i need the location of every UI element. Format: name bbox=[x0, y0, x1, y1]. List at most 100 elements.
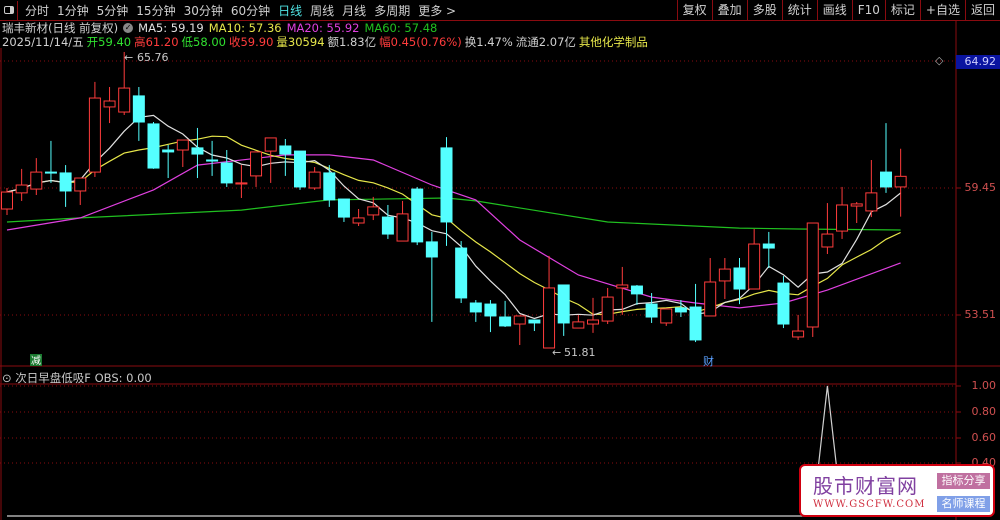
quote-low: 低58.00 bbox=[181, 35, 226, 49]
finance-marker[interactable]: 财 bbox=[703, 354, 714, 368]
candle bbox=[59, 165, 72, 207]
candle bbox=[367, 196, 380, 221]
candle-body bbox=[484, 303, 497, 317]
candle-body bbox=[396, 213, 409, 242]
candle bbox=[572, 314, 585, 329]
toolbar-button-1[interactable]: 叠加 bbox=[711, 0, 747, 20]
candle bbox=[455, 241, 468, 304]
candle-body bbox=[176, 139, 189, 151]
candle bbox=[15, 168, 28, 201]
candle bbox=[162, 144, 175, 179]
candle bbox=[601, 287, 614, 325]
candle bbox=[147, 122, 160, 169]
candle bbox=[381, 204, 394, 239]
quote-amount: 额1.83亿 bbox=[327, 35, 377, 49]
toolbar-button-8[interactable]: 返回 bbox=[964, 0, 1000, 20]
candle-body bbox=[587, 319, 599, 325]
candle bbox=[44, 140, 57, 183]
candle-body bbox=[572, 321, 585, 329]
candle-body bbox=[836, 204, 849, 232]
candle-body bbox=[132, 95, 145, 123]
candle-body bbox=[235, 182, 248, 185]
candle bbox=[220, 150, 233, 187]
candle-body bbox=[294, 150, 306, 188]
candle-body bbox=[689, 306, 702, 341]
period-tab-0[interactable]: 分时 bbox=[21, 2, 53, 19]
candle-body bbox=[528, 319, 541, 324]
indicator-collapse-icon[interactable]: ⊙ bbox=[2, 371, 12, 385]
settings-check-icon[interactable]: ✓ bbox=[123, 23, 134, 33]
candle bbox=[484, 300, 497, 333]
candle bbox=[264, 137, 277, 183]
period-tab-7[interactable]: 周线 bbox=[306, 2, 338, 19]
quote-high: 高61.20 bbox=[134, 35, 179, 49]
candle bbox=[176, 139, 189, 167]
candle-body bbox=[337, 198, 350, 218]
panel-toggle-icon[interactable] bbox=[0, 0, 18, 20]
candle bbox=[762, 231, 775, 269]
toolbar-button-2[interactable]: 多股 bbox=[746, 0, 782, 20]
indicator-value: OBS: 0.00 bbox=[94, 371, 152, 385]
high-arrow: ← bbox=[124, 51, 133, 64]
period-tab-9[interactable]: 多周期 bbox=[370, 2, 414, 19]
candle-body bbox=[191, 147, 204, 155]
candle bbox=[660, 308, 673, 326]
toolbar-button-0[interactable]: 复权 bbox=[676, 0, 712, 20]
candle-body bbox=[630, 285, 643, 295]
candle bbox=[1, 188, 13, 215]
candle-body bbox=[411, 188, 424, 243]
ind-axis-3: 0.60 bbox=[971, 431, 997, 444]
candle bbox=[250, 151, 263, 187]
candle bbox=[543, 255, 556, 349]
candle-body bbox=[352, 217, 365, 224]
candle-body bbox=[865, 192, 878, 212]
toolbar-button-5[interactable]: F10 bbox=[851, 0, 885, 20]
candle-body bbox=[821, 233, 834, 248]
candle-body bbox=[323, 172, 336, 201]
candle-body bbox=[616, 284, 629, 289]
candle bbox=[103, 86, 116, 124]
ind-axis-2: 0.80 bbox=[971, 405, 997, 418]
ma5-value: MA5: 59.19 bbox=[138, 21, 204, 35]
candle bbox=[469, 300, 482, 322]
candle bbox=[557, 284, 570, 336]
period-tab-5[interactable]: 60分钟 bbox=[227, 2, 274, 19]
candle bbox=[777, 276, 790, 329]
candle bbox=[425, 231, 438, 322]
period-tab-6[interactable]: 日线 bbox=[274, 2, 306, 19]
kline-chart[interactable]: 65.76 ← ← 51.81 减 财 ◇ bbox=[0, 0, 1000, 520]
toolbar-button-3[interactable]: 统计 bbox=[781, 0, 817, 20]
ind-axis-1: 1.00 bbox=[971, 379, 997, 392]
period-tab-8[interactable]: 月线 bbox=[338, 2, 370, 19]
candle-body bbox=[15, 184, 28, 194]
candle bbox=[74, 177, 87, 205]
period-tab-1[interactable]: 1分钟 bbox=[53, 2, 93, 19]
candle bbox=[733, 258, 746, 305]
indicator-title[interactable]: 次日早盘低吸F bbox=[15, 371, 91, 385]
period-tab-10[interactable]: 更多 > bbox=[414, 2, 460, 19]
toolbar-button-7[interactable]: +自选 bbox=[919, 0, 965, 20]
diamond-icon[interactable]: ◇ bbox=[935, 54, 944, 67]
quote-turnover: 换1.47% bbox=[464, 35, 513, 49]
candle-body bbox=[469, 302, 482, 313]
toolbar-button-4[interactable]: 画线 bbox=[816, 0, 852, 20]
candle-body bbox=[264, 137, 277, 152]
candle-body bbox=[806, 222, 819, 328]
candle-body bbox=[850, 203, 863, 207]
candle bbox=[806, 222, 819, 337]
period-tab-3[interactable]: 15分钟 bbox=[132, 2, 179, 19]
quote-date: 2025/11/14/五 bbox=[2, 35, 84, 49]
price-label-low: 53.51 bbox=[964, 308, 997, 321]
period-tab-4[interactable]: 30分钟 bbox=[180, 2, 227, 19]
period-tab-2[interactable]: 5分钟 bbox=[93, 2, 133, 19]
toolbar-button-6[interactable]: 标记 bbox=[884, 0, 920, 20]
quote-industry[interactable]: 其他化学制品 bbox=[579, 34, 648, 50]
candle-body bbox=[645, 303, 658, 318]
watermark-tag-1: 指标分享 bbox=[937, 473, 990, 489]
candle bbox=[894, 148, 907, 217]
candle-body bbox=[880, 171, 892, 188]
candle bbox=[499, 300, 512, 327]
quote-open: 开59.40 bbox=[86, 35, 132, 49]
quote-change: 幅0.45(0.76%) bbox=[379, 35, 462, 49]
candle bbox=[308, 166, 321, 190]
